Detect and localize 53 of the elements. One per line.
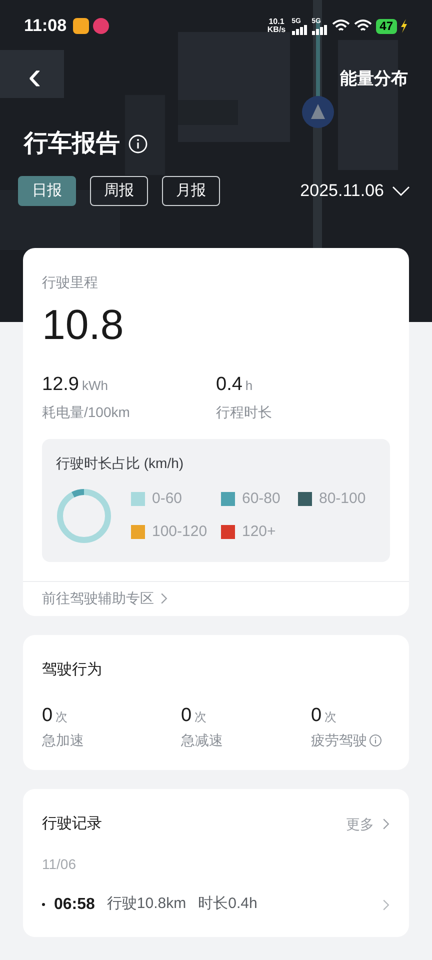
report-tab[interactable]: 日报 [18,176,76,206]
count-unit: 次 [56,708,68,726]
report-tab[interactable]: 月报 [162,176,220,206]
stat-value: 0.4 [216,373,242,397]
trip-time: 06:58 [54,894,95,914]
network-speed-unit: KB/s [267,26,286,34]
back-button[interactable]: ‹ [28,56,42,102]
chevron-right-icon [382,898,390,912]
section-title: 行驶记录 [42,814,102,834]
signal-icon [292,24,308,34]
stat-unit: kWh [82,377,108,395]
count-value: 0 [311,704,322,728]
speed-share-title: 行驶时长占比 (km/h) [56,454,185,473]
count-value: 0 [42,704,53,728]
wifi-icon [354,19,372,33]
legend-label: 0-60 [152,489,182,509]
trip-distance: 行驶10.8km [106,894,186,914]
legend-label: 80-100 [319,489,366,509]
count-label: 急加速 [42,731,84,750]
energy-distribution-link[interactable]: 能量分布 [340,66,408,92]
wifi-icon [332,19,350,33]
mileage-label: 行驶里程 [42,273,99,292]
report-tab[interactable]: 周报 [90,176,148,206]
count-label: 疲劳驾驶 [311,731,367,750]
mileage-value: 10.8 [42,301,125,349]
stat-unit: h [245,377,253,395]
stat-label: 耗电量/100km [42,402,131,422]
stat-label: 行程时长 [216,402,273,422]
dropdown-chevron-icon [392,186,410,196]
legend-label: 60-80 [242,489,280,509]
count-unit: 次 [324,708,337,726]
section-title: 驾驶行为 [42,660,103,680]
network-speed: 10.1 [268,18,284,26]
date-picker[interactable]: 2025.11.06 [300,178,410,204]
stat-value: 12.9 [42,373,79,397]
app-notification-icon [72,18,89,34]
status-time: 11:08 [24,15,67,38]
count-value: 0 [181,704,192,728]
signal-icon [312,24,328,34]
charging-icon [400,19,408,33]
bullet-icon [42,903,45,906]
legend-label: 120+ [242,522,276,542]
count-label: 急减速 [181,731,223,750]
trip-duration: 时长0.4h [198,894,258,914]
count-unit: 次 [194,708,207,726]
page-title: 行车报告 [24,129,120,159]
chevron-right-icon [382,817,390,832]
trip-row[interactable]: 06:58 行驶10.8km 时长0.4h [42,892,390,916]
date-text: 2025.11.06 [300,180,384,202]
chevron-right-icon [160,592,168,606]
donut-chart-drawing [56,488,112,544]
record-date: 11/06 [42,854,77,874]
legend-label: 100-120 [152,522,208,542]
